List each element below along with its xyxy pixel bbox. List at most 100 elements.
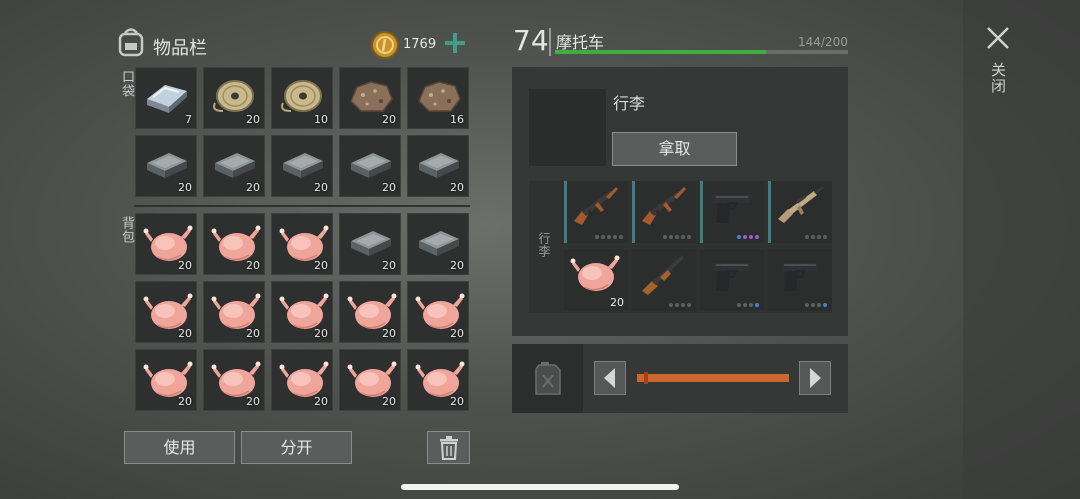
durability-text: 144/200 — [798, 35, 848, 49]
pistol-icon — [774, 253, 826, 299]
inventory-slot[interactable]: 20 — [271, 135, 333, 197]
backpack-icon — [117, 27, 145, 61]
slot-quantity: 20 — [246, 113, 260, 126]
slot-quantity: 20 — [178, 181, 192, 194]
slot-marker — [632, 181, 635, 243]
pistol-icon — [706, 253, 758, 299]
trash-button[interactable] — [427, 431, 470, 464]
slot-quantity: 20 — [450, 327, 464, 340]
inventory-slot[interactable]: 10 — [271, 67, 333, 129]
slot-quantity: 20 — [382, 259, 396, 272]
inventory-slot[interactable]: 20 — [339, 67, 401, 129]
fuel-can-icon — [535, 362, 561, 395]
inventory-title: 物品栏 — [153, 38, 207, 59]
slot-quantity: 16 — [450, 113, 464, 126]
durability-bar — [555, 50, 848, 54]
luggage-slot[interactable] — [632, 181, 696, 243]
inventory-slot[interactable]: 20 — [203, 213, 265, 275]
chevron-right-icon — [810, 368, 821, 388]
slot-quantity: 20 — [382, 327, 396, 340]
luggage-slot[interactable] — [768, 181, 832, 243]
inventory-slot[interactable]: 20 — [135, 349, 197, 411]
add-coins-button[interactable] — [443, 31, 467, 55]
luggage-slot[interactable] — [564, 181, 628, 243]
inventory-slot[interactable]: 20 — [407, 135, 469, 197]
luggage-title: 行李 — [613, 94, 646, 113]
inventory-slot[interactable]: 20 — [339, 135, 401, 197]
upgrade-dots — [805, 303, 827, 307]
upgrade-dots — [595, 235, 623, 239]
slot-quantity: 20 — [450, 395, 464, 408]
coin-count: 1769 — [403, 37, 437, 52]
slot-quantity: 20 — [178, 327, 192, 340]
fuel-slider-handle[interactable] — [644, 372, 649, 384]
slot-quantity: 20 — [246, 181, 260, 194]
inventory-slot[interactable]: 20 — [135, 213, 197, 275]
shotgun-icon — [638, 253, 690, 299]
upgrade-dots — [737, 235, 759, 239]
fuel-slider-track[interactable] — [637, 372, 789, 384]
inventory-slot[interactable]: 20 — [203, 281, 265, 343]
slot-quantity: 20 — [314, 259, 328, 272]
take-button[interactable]: 拿取 — [612, 132, 737, 166]
fuel-can-slot — [512, 344, 583, 413]
inventory-slot[interactable]: 20 — [271, 213, 333, 275]
inventory-slot[interactable]: 20 — [135, 281, 197, 343]
inventory-slot[interactable]: 20 — [271, 349, 333, 411]
home-indicator[interactable] — [401, 484, 679, 490]
fuel-decrease-button[interactable] — [594, 361, 626, 395]
chevron-left-icon — [604, 368, 615, 388]
inventory-slot[interactable]: 20 — [135, 135, 197, 197]
fuel-increase-button[interactable] — [799, 361, 831, 395]
use-button[interactable]: 使用 — [124, 431, 235, 464]
slot-quantity: 20 — [246, 327, 260, 340]
coin-icon — [370, 30, 400, 64]
trash-icon — [439, 436, 458, 460]
slot-quantity: 10 — [314, 113, 328, 126]
upgrade-dots — [805, 235, 827, 239]
scar-rifle-icon — [774, 185, 826, 231]
slot-quantity: 20 — [610, 296, 624, 309]
inventory-slot[interactable]: 20 — [339, 213, 401, 275]
inventory-slot[interactable]: 20 — [407, 213, 469, 275]
inventory-slot[interactable]: 20 — [407, 349, 469, 411]
upgrade-dots — [737, 303, 759, 307]
luggage-slot[interactable] — [700, 181, 764, 243]
luggage-slot[interactable] — [700, 249, 764, 311]
ak-rifle-icon — [638, 185, 690, 231]
slot-marker — [564, 181, 567, 243]
slot-quantity: 20 — [314, 395, 328, 408]
luggage-slot[interactable] — [632, 249, 696, 311]
close-label[interactable]: 关闭 — [988, 62, 1009, 94]
luggage-slot[interactable]: 20 — [564, 249, 628, 311]
slot-quantity: 20 — [178, 395, 192, 408]
section-divider — [134, 205, 470, 207]
slot-marker — [768, 181, 771, 243]
inventory-slot[interactable]: 7 — [135, 67, 197, 129]
inventory-slot[interactable]: 20 — [203, 135, 265, 197]
slot-quantity: 20 — [246, 259, 260, 272]
slot-quantity: 20 — [450, 181, 464, 194]
inventory-slot[interactable]: 16 — [407, 67, 469, 129]
luggage-slot[interactable] — [768, 249, 832, 311]
slot-quantity: 20 — [314, 327, 328, 340]
inventory-slot[interactable]: 20 — [407, 281, 469, 343]
inventory-slot[interactable]: 20 — [203, 349, 265, 411]
inventory-slot[interactable]: 20 — [271, 281, 333, 343]
split-button[interactable]: 分开 — [241, 431, 352, 464]
inventory-slot[interactable]: 20 — [339, 281, 401, 343]
backpack-label: 背包 — [119, 216, 134, 244]
raw-chicken-icon — [570, 253, 620, 299]
close-sidebar — [963, 0, 1080, 499]
slot-quantity: 20 — [382, 181, 396, 194]
slot-quantity: 20 — [382, 395, 396, 408]
slot-quantity: 7 — [185, 113, 192, 126]
inventory-slot[interactable]: 20 — [203, 67, 265, 129]
pockets-label: 口袋 — [119, 70, 134, 98]
close-button[interactable] — [984, 24, 1012, 52]
upgrade-dots — [663, 235, 691, 239]
slot-quantity: 20 — [314, 181, 328, 194]
inventory-slot[interactable]: 20 — [339, 349, 401, 411]
slot-quantity: 20 — [382, 113, 396, 126]
pistol-icon — [706, 185, 758, 231]
